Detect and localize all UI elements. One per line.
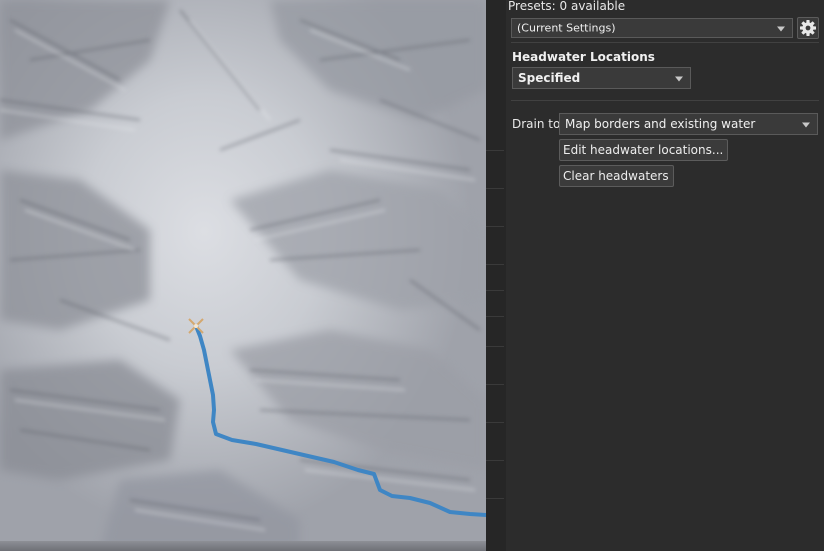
viewport-gutter <box>486 0 506 551</box>
chevron-down-icon <box>777 26 785 32</box>
preset-select[interactable]: (Current Settings) <box>511 18 793 38</box>
chevron-down-icon <box>675 76 683 82</box>
properties-panel: Presets: 0 available (Current Settings) … <box>506 0 824 551</box>
viewport-bottom-strip <box>0 541 486 551</box>
presets-count-label: Presets: 0 available <box>508 0 626 13</box>
headwater-mode-select[interactable]: Specified <box>512 67 691 89</box>
drain-to-select[interactable]: Map borders and existing water <box>559 113 818 135</box>
divider <box>511 100 819 101</box>
gear-icon <box>800 20 816 36</box>
chevron-down-icon <box>802 122 810 128</box>
headwater-locations-heading: Headwater Locations <box>512 50 655 64</box>
edit-headwater-locations-button[interactable]: Edit headwater locations... <box>559 139 729 161</box>
drain-to-value: Map borders and existing water <box>565 117 756 131</box>
divider <box>511 42 819 43</box>
terrain-render <box>0 0 486 551</box>
preset-settings-button[interactable] <box>797 17 819 39</box>
drain-to-label: Drain to: <box>512 117 565 131</box>
terrain-viewport[interactable] <box>0 0 486 551</box>
clear-headwaters-button[interactable]: Clear headwaters <box>559 165 674 187</box>
preset-select-value: (Current Settings) <box>517 21 616 35</box>
headwater-mode-value: Specified <box>518 71 581 85</box>
